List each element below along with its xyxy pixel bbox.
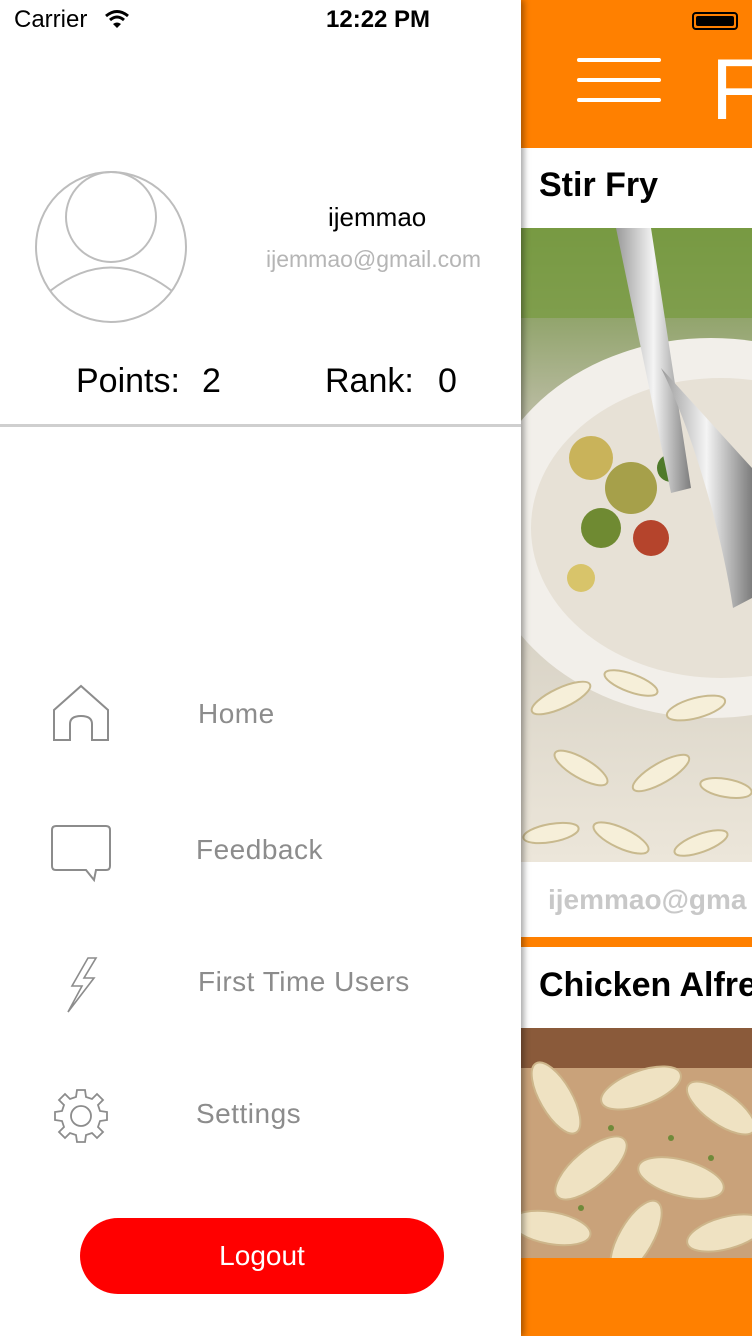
status-time: 12:22 PM <box>326 6 431 33</box>
feed-nav-title: F <box>711 42 752 138</box>
speech-bubble-icon <box>51 825 111 883</box>
logout-button[interactable]: Logout <box>80 1218 444 1294</box>
card-title[interactable]: Stir Fry <box>539 166 658 205</box>
battery-icon <box>692 12 738 30</box>
rank-value: 0 <box>438 362 457 400</box>
menu-item-settings[interactable]: Settings <box>0 1068 521 1168</box>
menu-item-label: Feedback <box>196 834 323 865</box>
food-image[interactable] <box>521 1028 752 1258</box>
side-drawer: Carrier 12:22 PM ijemmao ijemmao@gmail.c… <box>0 0 521 1336</box>
hamburger-menu-icon[interactable] <box>577 58 661 106</box>
profile-email: ijemmao@gmail.com <box>266 246 482 272</box>
menu-item-feedback[interactable]: Feedback <box>0 804 521 904</box>
menu-item-first-time-users[interactable]: First Time Users <box>0 936 521 1036</box>
food-image[interactable] <box>521 228 752 862</box>
card-title[interactable]: Chicken Alfre <box>539 966 752 1005</box>
menu-item-label: Home <box>198 698 275 729</box>
feed-nav-bar: F <box>521 0 752 148</box>
feed-panel: F Stir Fry ijemmao@gma Chicken Alfre <box>521 0 752 1336</box>
profile-divider <box>0 424 521 427</box>
gear-icon <box>54 1089 108 1143</box>
menu-item-home[interactable]: Home <box>0 666 521 766</box>
menu-item-label: First Time Users <box>198 966 410 997</box>
home-icon <box>53 684 109 741</box>
lightning-icon <box>67 957 98 1013</box>
rank-label: Rank: <box>325 362 414 400</box>
profile-username: ijemmao <box>328 202 427 232</box>
card-separator <box>521 937 752 947</box>
menu-item-label: Settings <box>196 1098 302 1129</box>
points-label: Points: <box>76 362 180 400</box>
wifi-icon <box>105 10 129 28</box>
avatar[interactable] <box>34 170 188 324</box>
points-value: 2 <box>202 362 221 400</box>
card-author-email: ijemmao@gma <box>548 884 747 915</box>
carrier-label: Carrier <box>14 6 88 33</box>
bottom-bar <box>521 1258 752 1336</box>
